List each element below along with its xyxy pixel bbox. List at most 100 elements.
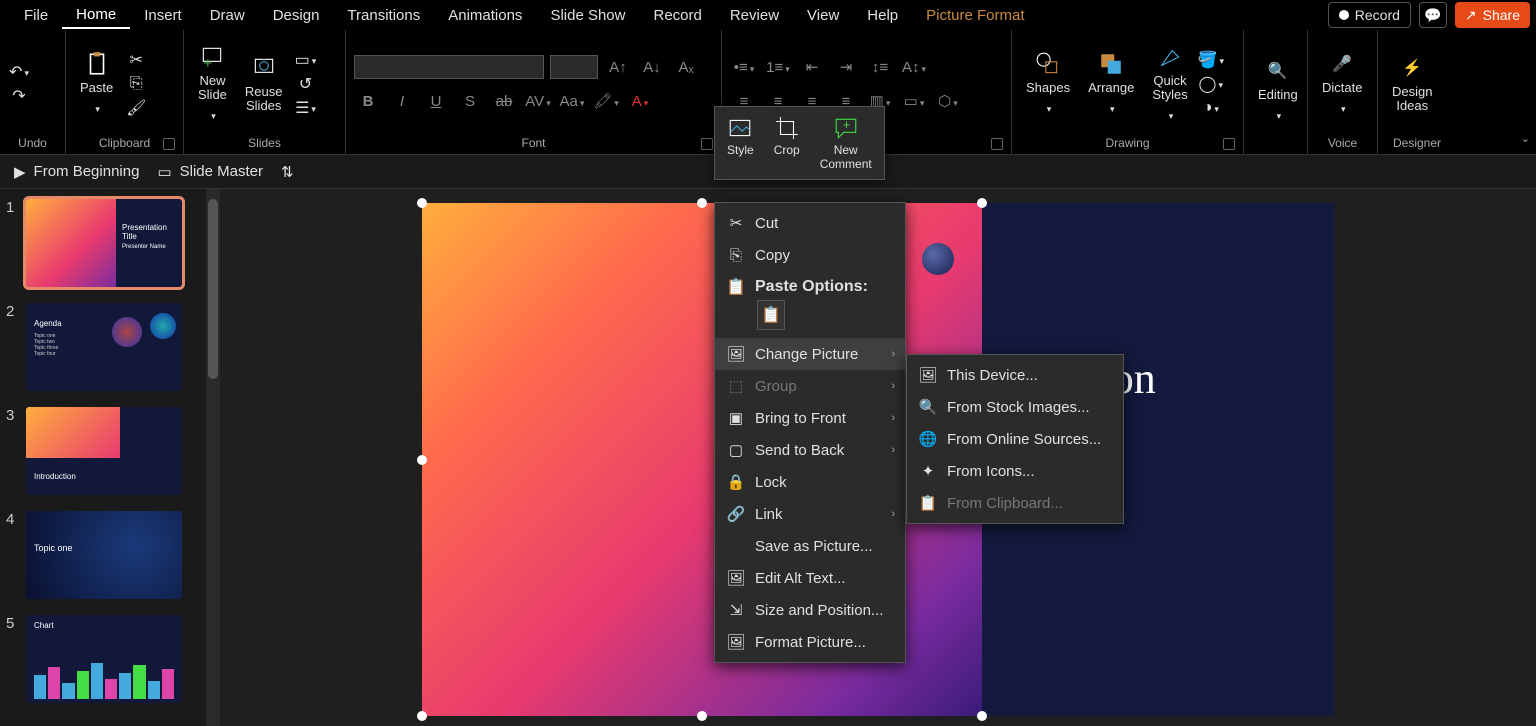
selection-handle[interactable]: [417, 198, 427, 208]
cm-save-as-picture[interactable]: Save as Picture...: [715, 530, 905, 562]
drawing-dialog-launcher[interactable]: [1223, 138, 1235, 150]
increase-font-button[interactable]: A↑: [604, 55, 632, 79]
text-direction-button[interactable]: A↕: [900, 55, 928, 79]
cm-size-position[interactable]: ⇲Size and Position...: [715, 594, 905, 626]
tab-design[interactable]: Design: [259, 3, 334, 28]
selection-handle[interactable]: [977, 711, 987, 721]
numbering-button[interactable]: 1≡: [764, 55, 792, 79]
cm-send-to-back[interactable]: ▢Send to Back›: [715, 434, 905, 466]
slide-thumbnail-2[interactable]: Agenda Topic oneTopic twoTopic threeTopi…: [26, 303, 182, 391]
increase-indent-button[interactable]: ⇥: [832, 55, 860, 79]
tab-file[interactable]: File: [10, 3, 62, 28]
copy-button[interactable]: ⎘: [125, 75, 147, 93]
sm-stock-images[interactable]: 🔍From Stock Images...: [907, 391, 1123, 423]
mini-crop-button[interactable]: Crop: [766, 111, 808, 175]
selection-handle[interactable]: [697, 711, 707, 721]
cut-button[interactable]: ✂: [125, 51, 147, 69]
paragraph-dialog-launcher[interactable]: [991, 138, 1003, 150]
selection-handle[interactable]: [417, 711, 427, 721]
slide-thumbnail-1[interactable]: Presentation TitlePresenter Name: [26, 199, 182, 287]
tab-view[interactable]: View: [793, 3, 853, 28]
cm-edit-alt-text[interactable]: 🖼Edit Alt Text...: [715, 562, 905, 594]
tab-picture-format[interactable]: Picture Format: [912, 3, 1038, 28]
align-text-button[interactable]: ▭: [900, 89, 928, 113]
reset-button[interactable]: ↺: [295, 75, 317, 93]
smartart-button[interactable]: ⬡: [934, 89, 962, 113]
redo-button[interactable]: ↷: [8, 87, 30, 105]
mini-style-button[interactable]: Style: [719, 111, 762, 175]
from-beginning-button[interactable]: ▶From Beginning: [14, 163, 139, 181]
sm-online-sources[interactable]: 🌐From Online Sources...: [907, 423, 1123, 455]
undo-button[interactable]: ↶: [8, 63, 30, 81]
editing-button[interactable]: 🔍Editing: [1252, 54, 1304, 128]
change-case-button[interactable]: Aa: [558, 89, 586, 113]
cm-link[interactable]: 🔗Link›: [715, 498, 905, 530]
cm-bring-to-front[interactable]: ▣Bring to Front›: [715, 402, 905, 434]
slide-thumbnail-4[interactable]: Topic one: [26, 511, 182, 599]
new-slide-button[interactable]: + New Slide: [192, 40, 233, 129]
cm-copy[interactable]: ⎘Copy: [715, 239, 905, 271]
paste-option-keep-source[interactable]: 📋: [757, 300, 785, 330]
comments-pane-button[interactable]: 💬: [1419, 2, 1447, 28]
layout-button[interactable]: ▭: [295, 51, 317, 69]
section-button[interactable]: ☰: [295, 99, 317, 117]
shapes-button[interactable]: Shapes: [1020, 47, 1076, 121]
selection-handle[interactable]: [417, 455, 427, 465]
clipboard-dialog-launcher[interactable]: [163, 138, 175, 150]
clear-formatting-button[interactable]: Aₓ: [672, 55, 700, 79]
design-ideas-button[interactable]: ⚡Design Ideas: [1386, 51, 1438, 118]
dictate-button[interactable]: 🎤Dictate: [1316, 47, 1368, 121]
arrange-button[interactable]: Arrange: [1082, 47, 1140, 121]
selection-handle[interactable]: [697, 198, 707, 208]
line-spacing-button[interactable]: ↕≡: [866, 55, 894, 79]
thumbnail-scrollbar[interactable]: [206, 189, 220, 726]
record-button[interactable]: Record: [1328, 2, 1411, 28]
slide-thumbnail-3[interactable]: Introduction: [26, 407, 182, 495]
font-dialog-launcher[interactable]: [701, 138, 713, 150]
cm-change-picture[interactable]: 🖼Change Picture›: [715, 338, 905, 370]
shape-fill-button[interactable]: 🪣: [1200, 51, 1222, 69]
tab-review[interactable]: Review: [716, 3, 793, 28]
font-size-combo[interactable]: [550, 55, 598, 79]
cm-lock[interactable]: 🔒Lock: [715, 466, 905, 498]
reuse-slides-button[interactable]: Reuse Slides: [239, 51, 289, 118]
slide-thumbnail-5[interactable]: Chart: [26, 615, 182, 703]
font-color-button[interactable]: A: [626, 89, 654, 113]
decrease-indent-button[interactable]: ⇤: [798, 55, 826, 79]
decrease-font-button[interactable]: A↓: [638, 55, 666, 79]
cm-cut[interactable]: ✂Cut: [715, 207, 905, 239]
sm-this-device[interactable]: 🖼This Device...: [907, 359, 1123, 391]
shadow-button[interactable]: S: [456, 89, 484, 113]
selection-handle[interactable]: [977, 198, 987, 208]
italic-button[interactable]: I: [388, 89, 416, 113]
paste-button[interactable]: Paste: [74, 47, 119, 121]
tab-transitions[interactable]: Transitions: [333, 3, 434, 28]
quick-styles-button[interactable]: Quick Styles: [1146, 40, 1193, 129]
strikethrough-button[interactable]: ab: [490, 89, 518, 113]
mini-new-comment-button[interactable]: +New Comment: [812, 111, 880, 175]
char-spacing-button[interactable]: AV: [524, 89, 552, 113]
sm-from-icons[interactable]: ✦From Icons...: [907, 455, 1123, 487]
tab-home[interactable]: Home: [62, 2, 130, 29]
tab-slideshow[interactable]: Slide Show: [536, 3, 639, 28]
font-name-combo[interactable]: [354, 55, 544, 79]
highlight-button[interactable]: 🖍: [592, 89, 620, 113]
quick-overflow-button[interactable]: ⇅: [281, 163, 294, 181]
slide-master-button[interactable]: ▭Slide Master: [157, 163, 263, 181]
cm-format-picture[interactable]: 🖼Format Picture...: [715, 626, 905, 658]
tab-help[interactable]: Help: [853, 3, 912, 28]
tab-insert[interactable]: Insert: [130, 3, 196, 28]
scrollbar-thumb[interactable]: [208, 199, 218, 379]
underline-button[interactable]: U: [422, 89, 450, 113]
shape-outline-button[interactable]: ◯: [1200, 75, 1222, 93]
share-button[interactable]: ↗Share: [1455, 2, 1530, 28]
bullets-button[interactable]: •≡: [730, 55, 758, 79]
shape-effects-button[interactable]: ◑: [1200, 99, 1222, 117]
format-painter-button[interactable]: 🖌: [125, 99, 147, 117]
cut-icon: ✂: [727, 214, 745, 232]
tab-draw[interactable]: Draw: [196, 3, 259, 28]
collapse-ribbon-button[interactable]: ⌄: [1521, 132, 1530, 145]
tab-record[interactable]: Record: [639, 3, 715, 28]
bold-button[interactable]: B: [354, 89, 382, 113]
tab-animations[interactable]: Animations: [434, 3, 536, 28]
